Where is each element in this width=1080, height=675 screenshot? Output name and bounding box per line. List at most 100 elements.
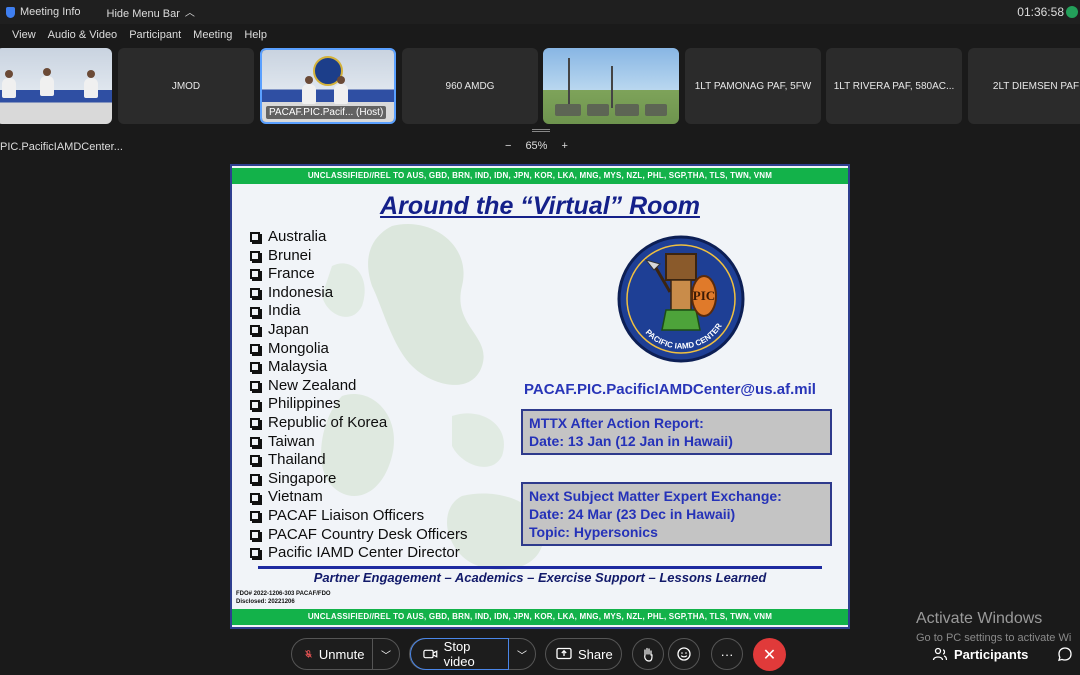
checkbox-icon — [250, 455, 260, 466]
checkbox-icon — [250, 306, 260, 317]
thumbnail-label: 960 AMDG — [445, 80, 495, 92]
unmute-button[interactable]: Unmute ﹀ — [291, 638, 400, 670]
thumbnail-960-amdg[interactable]: 960 AMDG — [402, 48, 538, 124]
checkbox-icon — [250, 548, 260, 559]
checkbox-icon — [250, 436, 260, 447]
list-item: Vietnam — [250, 488, 468, 507]
thumbnail-label: 1LT PAMONAG PAF, 5FW — [694, 80, 812, 92]
slide-title: Around the “Virtual” Room — [380, 192, 700, 220]
zoom-control: − 65% + — [505, 140, 568, 152]
hide-menu-bar-label: Hide Menu Bar — [106, 7, 180, 20]
list-item: Taiwan — [250, 433, 468, 452]
checkbox-icon — [250, 418, 260, 429]
list-item: India — [250, 302, 468, 321]
smiley-icon — [677, 647, 691, 661]
meeting-toolbar: Unmute ﹀ Stop video ﹀ Share ··· ✕ Partic… — [0, 633, 1080, 675]
list-item: Thailand — [250, 451, 468, 470]
thumbnail-jmod[interactable]: JMOD — [118, 48, 254, 124]
stop-video-label: Stop video — [443, 639, 475, 669]
share-button[interactable]: Share — [545, 638, 622, 670]
chevron-down-icon[interactable]: ﹀ — [381, 647, 391, 662]
list-item: Philippines — [250, 395, 468, 414]
checkbox-icon — [250, 529, 260, 540]
emblem-letters: PIC — [693, 288, 715, 303]
menu-audio-video[interactable]: Audio & Video — [48, 29, 118, 41]
thumbnail-label: 1LT RIVERA PAF, 580AC... — [833, 80, 955, 92]
thumbnail-label: PACAF.PIC.Pacif... (Host) — [266, 106, 387, 119]
end-meeting-button[interactable]: ✕ — [753, 638, 786, 671]
more-options-icon: ··· — [720, 646, 734, 662]
unmute-label: Unmute — [318, 646, 365, 662]
thumbnail-field-site[interactable] — [543, 48, 679, 124]
checkbox-icon — [250, 232, 260, 243]
participants-icon — [932, 647, 948, 661]
resize-handle[interactable] — [532, 129, 550, 132]
participants-button[interactable]: Participants — [932, 646, 1028, 662]
share-label: Share — [578, 646, 613, 662]
hide-menu-bar-button[interactable]: Hide Menu Bar ︿ — [107, 5, 195, 20]
checkbox-icon — [250, 381, 260, 392]
checkbox-icon — [250, 343, 260, 354]
checkbox-icon — [250, 250, 260, 261]
reactions-button[interactable] — [668, 638, 700, 670]
status-indicator-icon — [1066, 6, 1078, 18]
menu-help[interactable]: Help — [244, 29, 267, 41]
list-item: New Zealand — [250, 377, 468, 396]
meeting-info-button[interactable]: Meeting Info — [20, 6, 81, 18]
list-item: Australia — [250, 228, 468, 247]
thumbnail-rivera[interactable]: 1LT RIVERA PAF, 580AC... — [826, 48, 962, 124]
thumbnail-host[interactable]: PACAF.PIC.Pacif... (Host) — [260, 48, 396, 124]
stop-video-button[interactable]: Stop video ﹀ — [409, 638, 536, 670]
menu-view[interactable]: View — [12, 29, 36, 41]
classification-banner-top: UNCLASSIFIED//REL TO AUS, GBD, BRN, IND,… — [232, 168, 848, 184]
zoom-out-button[interactable]: − — [505, 140, 511, 152]
checkbox-icon — [250, 269, 260, 280]
checkbox-icon — [250, 288, 260, 299]
emblem-text-overlay: PACIFIC IAMD CENTER PIC — [644, 288, 724, 351]
list-item: PACAF Liaison Officers — [250, 507, 468, 526]
activate-windows-title: Activate Windows — [916, 610, 1043, 627]
checkbox-icon — [250, 492, 260, 503]
shared-slide: UNCLASSIFIED//REL TO AUS, GBD, BRN, IND,… — [230, 164, 850, 629]
more-options-button[interactable]: ··· — [711, 638, 743, 670]
chevron-up-icon: ︿ — [184, 7, 195, 19]
thumbnail-label: 2LT DIEMSEN PAF — [992, 80, 1080, 92]
participant-thumbnails: JMOD PACAF.PIC.Pacif... (Host) 960 AMDG … — [0, 48, 1080, 124]
raise-hand-button[interactable] — [632, 638, 664, 670]
list-item: Republic of Korea — [250, 414, 468, 433]
list-item: Japan — [250, 321, 468, 340]
list-item: Indonesia — [250, 284, 468, 303]
country-checklist: Australia Brunei France Indonesia India … — [250, 228, 468, 563]
thumbnail-label: JMOD — [171, 80, 201, 92]
chevron-down-icon[interactable]: ﹀ — [517, 647, 527, 662]
after-action-report-box: MTTX After Action Report: Date: 13 Jan (… — [521, 409, 832, 455]
list-item: Mongolia — [250, 340, 468, 359]
checkbox-icon — [250, 399, 260, 410]
chat-icon[interactable] — [1056, 645, 1074, 663]
svg-text:PACIFIC IAMD CENTER: PACIFIC IAMD CENTER — [644, 321, 724, 350]
contact-email: PACAF.PIC.PacificIAMDCenter@us.af.mil — [524, 381, 816, 398]
raise-hand-icon — [644, 647, 653, 662]
checkbox-icon — [250, 474, 260, 485]
meeting-timer: 01:36:58 — [1017, 5, 1064, 19]
thumbnail-diemsen[interactable]: 2LT DIEMSEN PAF — [968, 48, 1080, 124]
checkbox-icon — [250, 362, 260, 373]
thumbnail-conference-room[interactable] — [0, 48, 112, 124]
mic-muted-icon — [305, 650, 312, 658]
menu-meeting[interactable]: Meeting — [193, 29, 232, 41]
checkbox-icon — [250, 511, 260, 522]
list-item: Malaysia — [250, 358, 468, 377]
checkbox-icon — [250, 325, 260, 336]
list-item: France — [250, 265, 468, 284]
slide-tagline: Partner Engagement – Academics – Exercis… — [313, 570, 767, 585]
menu-bar: View Audio & Video Participant Meeting H… — [0, 26, 267, 44]
menu-participant[interactable]: Participant — [129, 29, 181, 41]
zoom-level: 65% — [525, 140, 548, 152]
divider — [258, 566, 822, 569]
fdo-disclosure: FDO# 2022-1206-303 PACAF/FDO Disclosed: … — [236, 591, 331, 605]
thumbnail-pamonag[interactable]: 1LT PAMONAG PAF, 5FW — [685, 48, 821, 124]
list-item: PACAF Country Desk Officers — [250, 526, 468, 545]
share-screen-icon — [556, 647, 572, 660]
video-camera-icon — [423, 649, 438, 659]
zoom-in-button[interactable]: + — [561, 140, 567, 152]
